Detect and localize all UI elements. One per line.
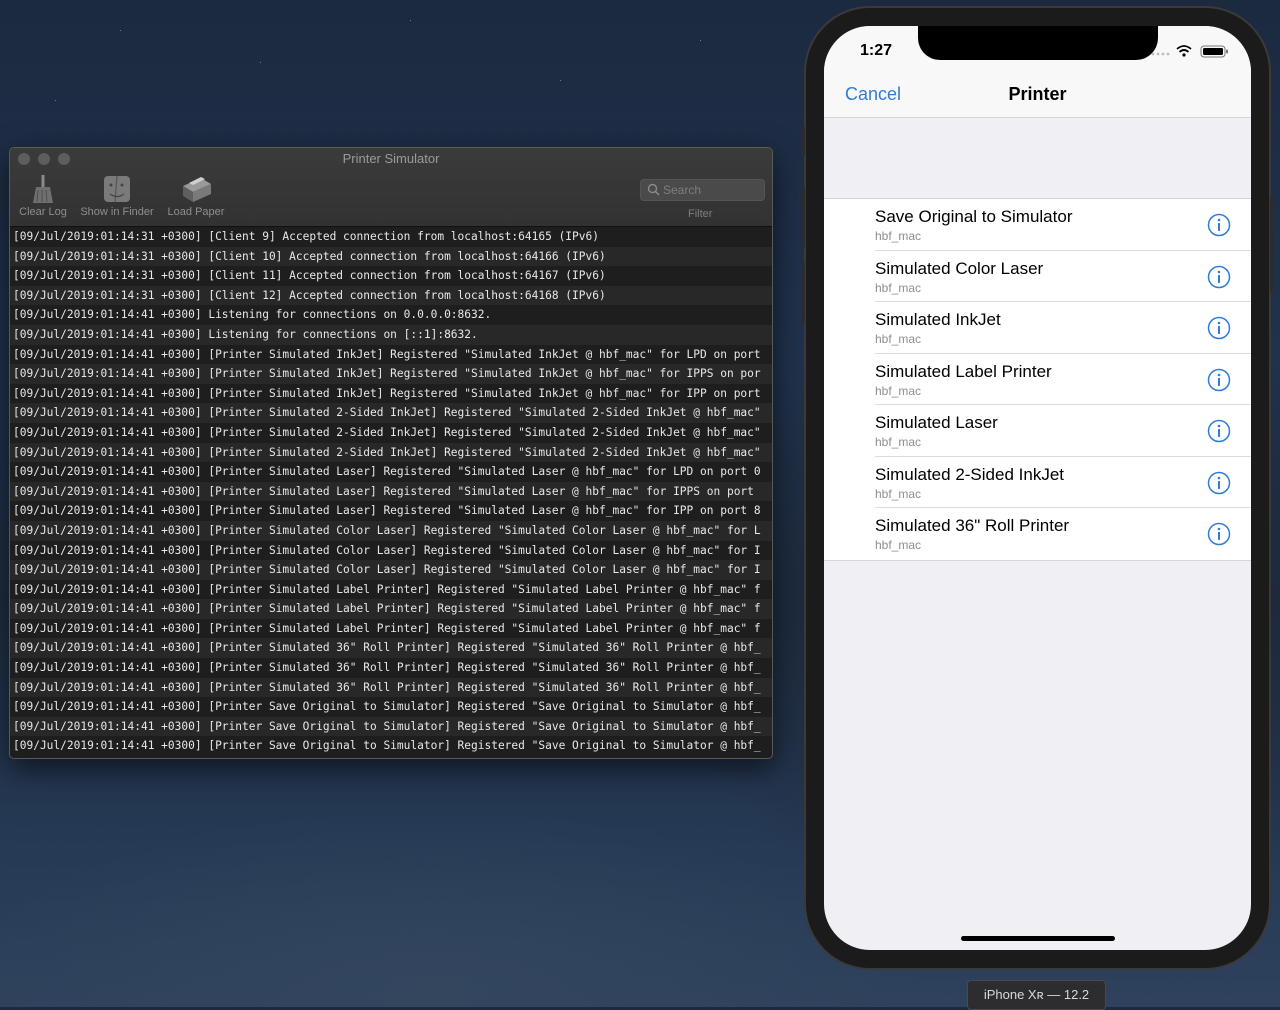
info-icon[interactable] <box>1207 368 1231 392</box>
cancel-button[interactable]: Cancel <box>845 84 901 105</box>
log-line: [09/Jul/2019:01:14:41 +0300] [Printer Si… <box>10 599 772 619</box>
iphone-screen: 1:27 Printer Cancel Save Original to Sim… <box>824 26 1251 950</box>
printer-paper-icon <box>183 177 211 202</box>
printer-host: hbf_mac <box>875 538 922 552</box>
printer-simulator-window: Printer Simulator Clear Log Show in Find… <box>9 147 773 759</box>
printer-name: Simulated Laser <box>875 413 998 432</box>
clear-log-button[interactable]: Clear Log <box>16 174 70 218</box>
info-icon[interactable] <box>1207 419 1231 443</box>
search-field[interactable] <box>640 179 765 201</box>
log-line: [09/Jul/2019:01:14:41 +0300] [Printer Si… <box>10 462 772 482</box>
device-label: iPhone Xʀ — 12.2 <box>967 980 1106 1010</box>
log-line: [09/Jul/2019:01:14:41 +0300] [Printer Si… <box>10 501 772 521</box>
printer-row[interactable]: Simulated 2-Sided InkJet hbf_mac <box>824 457 1251 508</box>
finder-icon <box>104 175 130 203</box>
printer-host: hbf_mac <box>875 383 922 398</box>
printer-name: Save Original to Simulator <box>875 207 1073 226</box>
power-button <box>1270 196 1274 292</box>
window-titlebar: Printer Simulator Clear Log Show in Find… <box>10 148 772 227</box>
search-icon <box>647 183 660 196</box>
log-line: [09/Jul/2019:01:14:41 +0300] [Printer Sa… <box>10 736 772 757</box>
info-icon[interactable] <box>1207 265 1231 289</box>
log-line: [09/Jul/2019:01:14:41 +0300] [Printer Si… <box>10 618 772 639</box>
filter-label: Filter <box>688 208 713 220</box>
notch <box>918 26 1158 60</box>
printer-name: Simulated InkJet <box>875 310 1001 329</box>
navigation-bar: 1:27 Printer Cancel <box>824 26 1251 118</box>
printer-host: hbf_mac <box>875 332 922 346</box>
log-view[interactable]: [09/Jul/2019:01:14:31 +0300] [Client 9] … <box>10 227 772 758</box>
log-line: [09/Jul/2019:01:14:41 +0300] [Printer Si… <box>10 422 772 443</box>
log-line: [09/Jul/2019:01:14:41 +0300] [Printer Si… <box>10 677 772 698</box>
printer-host: hbf_mac <box>875 435 922 449</box>
printer-name: Simulated 36" Roll Printer <box>875 516 1070 535</box>
log-line: [09/Jul/2019:01:14:41 +0300] [Printer Si… <box>10 560 772 580</box>
load-paper-label: Load Paper <box>167 206 225 218</box>
wifi-icon <box>1176 45 1192 53</box>
show-in-finder-label: Show in Finder <box>80 206 154 218</box>
printer-name: Simulated Label Printer <box>875 361 1052 381</box>
info-icon[interactable] <box>1207 522 1231 546</box>
info-icon[interactable] <box>1207 213 1231 237</box>
window-title: Printer Simulator <box>342 151 440 166</box>
log-line: [09/Jul/2019:01:14:41 +0300] [Printer Si… <box>10 579 772 600</box>
mute-switch <box>801 126 805 156</box>
printer-row[interactable]: Simulated InkJet hbf_mac <box>824 302 1251 354</box>
log-line: [09/Jul/2019:01:14:41 +0300] [Printer Si… <box>10 540 772 561</box>
printer-list: Save Original to Simulator hbf_mac Simulat… <box>824 198 1251 561</box>
printer-name: Simulated Color Laser <box>875 258 1044 278</box>
show-in-finder-button[interactable]: Show in Finder <box>75 174 159 218</box>
printer-host: hbf_mac <box>875 486 922 501</box>
log-line: [09/Jul/2019:01:14:41 +0300] [Printer Si… <box>10 383 772 404</box>
log-line: [09/Jul/2019:01:14:41 +0300] [Printer Si… <box>10 638 772 659</box>
printer-host: hbf_mac <box>875 229 922 243</box>
log-line: [09/Jul/2019:01:14:41 +0300] [Printer Sa… <box>10 697 772 717</box>
info-icon[interactable] <box>1207 316 1231 340</box>
clear-log-label: Clear Log <box>19 206 67 218</box>
broom-icon <box>33 175 53 203</box>
log-line: [09/Jul/2019:01:14:31 +0300] [Client 11]… <box>10 266 772 286</box>
log-line: [09/Jul/2019:01:14:31 +0300] [Client 9] … <box>10 227 772 247</box>
printer-row[interactable]: Simulated Laser hbf_mac <box>824 405 1251 457</box>
log-line: [09/Jul/2019:01:14:41 +0300] Listening f… <box>10 324 772 345</box>
cellular-signal-icon <box>1151 52 1170 56</box>
volume-up-button <box>801 186 805 248</box>
log-line: [09/Jul/2019:01:14:31 +0300] [Client 10]… <box>10 246 772 267</box>
info-icon[interactable] <box>1207 471 1231 495</box>
printer-row[interactable]: Save Original to Simulator hbf_mac <box>824 199 1251 251</box>
battery-icon <box>1200 45 1228 58</box>
printer-host: hbf_mac <box>875 280 922 295</box>
status-time: 1:27 <box>860 42 893 59</box>
printer-row[interactable]: Simulated 36" Roll Printer hbf_mac <box>824 508 1251 560</box>
log-line: [09/Jul/2019:01:14:41 +0300] Listening f… <box>10 305 772 325</box>
log-line: [09/Jul/2019:01:14:41 +0300] [Printer Si… <box>10 520 772 541</box>
load-paper-button[interactable]: Load Paper <box>164 174 228 218</box>
volume-down-button <box>801 262 805 324</box>
log-line: [09/Jul/2019:01:14:41 +0300] [Printer Si… <box>10 403 772 423</box>
search-input[interactable] <box>663 182 757 198</box>
log-line: [09/Jul/2019:01:14:41 +0300] [Printer Si… <box>10 344 772 365</box>
log-line: [09/Jul/2019:01:14:41 +0300] [Printer Sa… <box>10 716 772 737</box>
printer-name: Simulated 2-Sided InkJet <box>875 464 1064 484</box>
log-line: [09/Jul/2019:01:14:41 +0300] [Printer Si… <box>10 442 772 463</box>
status-icons <box>1151 44 1231 63</box>
printer-row[interactable]: Simulated Color Laser hbf_mac <box>824 251 1251 302</box>
log-line: [09/Jul/2019:01:14:41 +0300] [Printer Si… <box>10 364 772 384</box>
home-indicator[interactable] <box>961 936 1115 941</box>
log-line: [09/Jul/2019:01:14:41 +0300] [Printer Si… <box>10 481 772 502</box>
log-line: [09/Jul/2019:01:14:41 +0300] [Printer Si… <box>10 658 772 678</box>
log-line: [09/Jul/2019:01:14:31 +0300] [Client 12]… <box>10 285 772 306</box>
printer-row[interactable]: Simulated Label Printer hbf_mac <box>824 354 1251 405</box>
